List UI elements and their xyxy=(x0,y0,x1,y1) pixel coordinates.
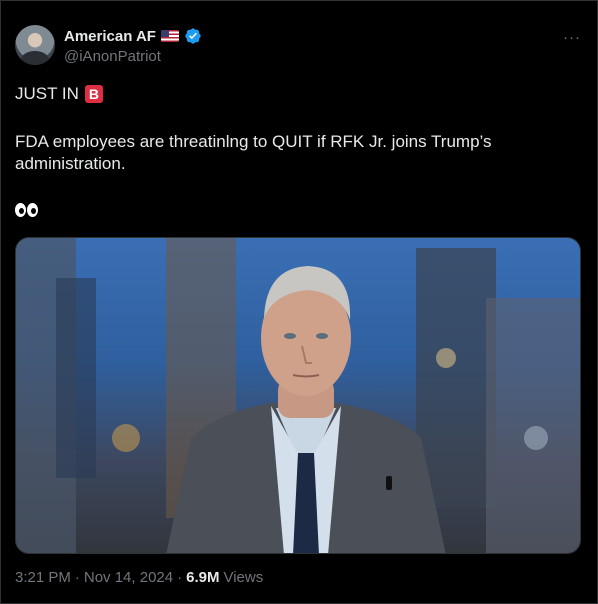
avatar-shoulders xyxy=(21,51,49,65)
avatar[interactable] xyxy=(15,25,55,65)
photo-illustration xyxy=(16,238,580,553)
meta-separator: · xyxy=(177,569,183,586)
views-label: Views xyxy=(223,569,264,586)
b-emoji-icon: B xyxy=(84,85,103,103)
display-name[interactable]: American AF xyxy=(64,28,156,45)
name-row: American AF xyxy=(64,26,202,46)
tweet-paragraph: FDA employees are threatinlng to QUIT if… xyxy=(15,132,492,173)
tweet-text: JUST IN B FDA employees are threatinlng … xyxy=(15,83,575,217)
headline-line: JUST IN B xyxy=(15,83,575,105)
views-count[interactable]: 6.9M xyxy=(186,569,219,586)
eye-left xyxy=(15,203,26,217)
more-options-icon[interactable]: ··· xyxy=(563,29,581,46)
tweet-card[interactable]: American AF @iAnonPatriot ··· JUST IN B … xyxy=(0,0,598,604)
post-date[interactable]: Nov 14, 2024 xyxy=(84,569,173,586)
tweet-meta: 3:21 PM · Nov 14, 2024 · 6.9M Views xyxy=(15,569,263,586)
tweet-header: American AF @iAnonPatriot ··· xyxy=(15,21,585,67)
headline-text: JUST IN xyxy=(15,84,79,103)
meta-separator: · xyxy=(74,569,80,586)
verified-badge-icon[interactable] xyxy=(184,27,202,45)
eyes-emoji-icon xyxy=(15,203,38,217)
us-flag-icon xyxy=(160,30,179,42)
post-time[interactable]: 3:21 PM xyxy=(15,569,71,586)
tweet-photo[interactable] xyxy=(15,237,581,554)
handle[interactable]: @iAnonPatriot xyxy=(64,48,161,65)
eye-right xyxy=(27,203,38,217)
